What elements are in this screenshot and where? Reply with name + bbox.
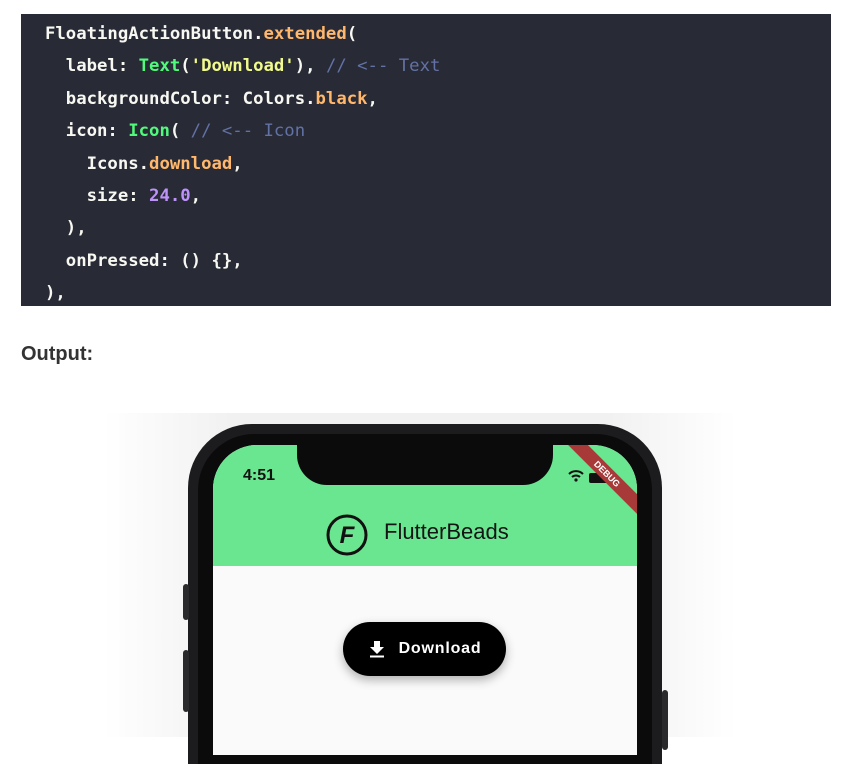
code-line-6: size: 24.0, [45, 185, 202, 206]
phone-side-button-left-2 [183, 650, 189, 712]
phone-side-button-right [662, 690, 668, 750]
status-time: 4:51 [243, 467, 276, 484]
code-line-2: label: Text('Download'), // <-- Text [45, 56, 441, 77]
wifi-icon [568, 470, 584, 482]
svg-text:F: F [340, 522, 356, 549]
code-line-8: onPressed: () {}, [45, 250, 243, 271]
output-heading: Output: [21, 343, 94, 365]
download-fab-button[interactable]: Download [343, 622, 506, 676]
code-line-7: ), [45, 218, 87, 239]
code-line-4: icon: Icon( // <-- Icon [45, 121, 306, 142]
brand-title: FlutterBeads [384, 519, 509, 544]
flutterbeads-logo-icon: F [326, 514, 368, 556]
fab-label: Download [398, 640, 482, 657]
phone-notch [297, 445, 553, 485]
phone-screen: 4:51 DEBUG F FlutterBeads Download [213, 445, 637, 755]
code-line-9: ), [45, 283, 66, 304]
code-line-5: Icons.download, [45, 153, 243, 174]
code-line-1: FloatingActionButton.extended( [45, 24, 358, 44]
code-block: FloatingActionButton.extended( label: Te… [21, 14, 831, 306]
download-icon [369, 641, 384, 658]
code-line-3: backgroundColor: Colors.black, [45, 88, 378, 109]
phone-side-button-left [183, 584, 189, 620]
